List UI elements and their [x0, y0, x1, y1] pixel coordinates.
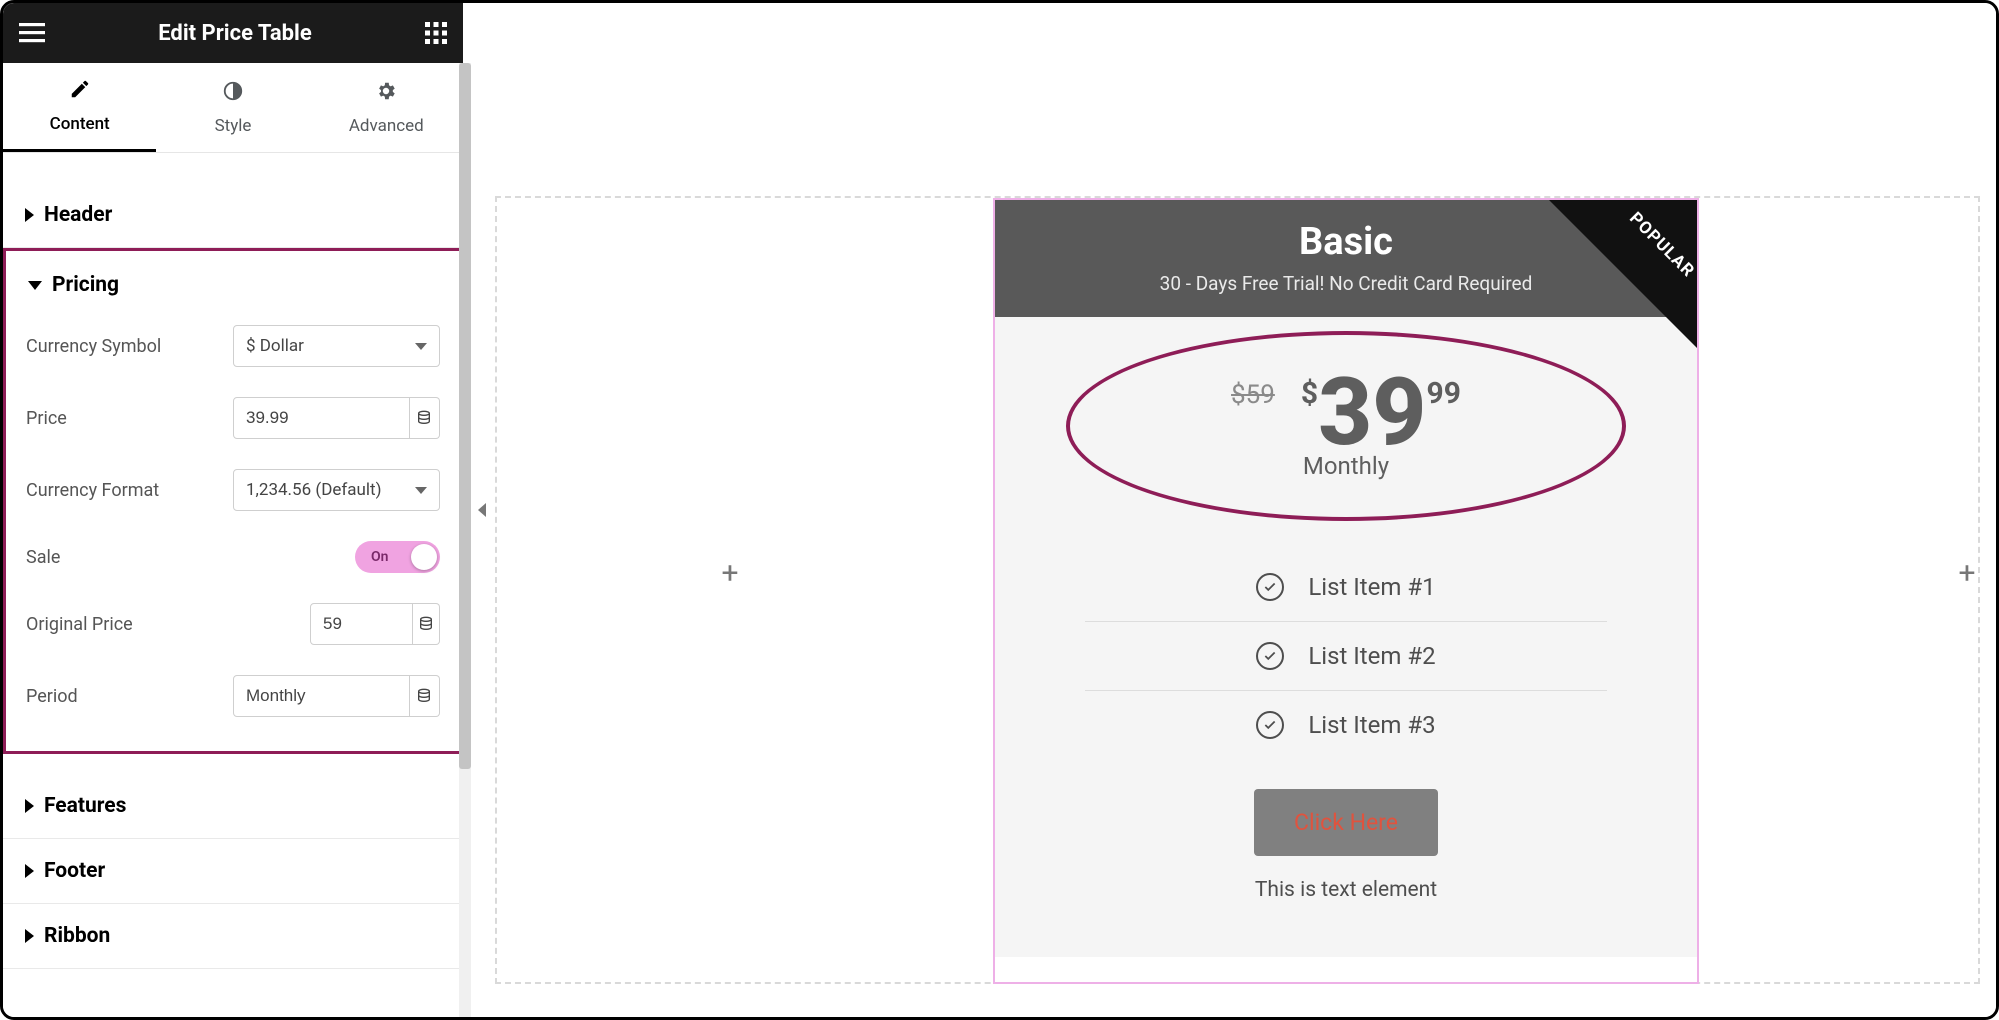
- section-ribbon-label: Ribbon: [44, 924, 110, 948]
- dynamic-tags-button[interactable]: [413, 603, 440, 645]
- footer-text: This is text element: [1035, 878, 1657, 902]
- section-header-label: Header: [44, 203, 112, 227]
- check-circle-icon: [1256, 642, 1284, 670]
- panel-tabs: Content Style Advanced: [3, 63, 463, 153]
- row-currency-symbol: Currency Symbol $ Dollar: [26, 325, 440, 367]
- apps-icon[interactable]: [425, 22, 447, 44]
- row-sale: Sale On: [26, 541, 440, 573]
- pencil-icon: [69, 78, 91, 106]
- row-period: Period: [26, 675, 440, 717]
- price-integer: 39: [1318, 370, 1426, 455]
- section-footer-toggle[interactable]: Footer: [3, 839, 463, 903]
- tab-advanced-label: Advanced: [349, 116, 424, 136]
- price-label: Price: [26, 408, 233, 429]
- gear-icon: [375, 80, 397, 108]
- currency-symbol-select[interactable]: $ Dollar: [233, 325, 440, 367]
- add-column-right-button[interactable]: +: [1950, 556, 1984, 590]
- menu-icon[interactable]: [19, 23, 45, 43]
- section-ribbon: Ribbon: [3, 904, 463, 969]
- original-price-label: Original Price: [26, 614, 310, 635]
- chevron-down-icon: [415, 343, 427, 350]
- original-price-input[interactable]: [310, 603, 413, 645]
- toggle-knob: [411, 544, 437, 570]
- feature-text: List Item #1: [1308, 573, 1435, 601]
- panel-header: Edit Price Table: [3, 3, 463, 63]
- chevron-down-icon: [415, 487, 427, 494]
- currency-format-value: 1,234.56 (Default): [246, 480, 382, 500]
- cta-button[interactable]: Click Here: [1254, 789, 1438, 856]
- popular-ribbon: POPULAR: [1549, 200, 1697, 348]
- collapse-panel-button[interactable]: [469, 482, 495, 538]
- section-footer: Footer: [3, 839, 463, 904]
- section-pricing-label: Pricing: [52, 273, 119, 297]
- price-input[interactable]: [233, 397, 410, 439]
- section-footer-label: Footer: [44, 859, 105, 883]
- section-features-toggle[interactable]: Features: [3, 774, 463, 838]
- list-item: List Item #1: [1085, 553, 1607, 622]
- feature-list: List Item #1 List Item #2 List Item #3: [1035, 553, 1657, 759]
- sale-toggle[interactable]: On: [355, 541, 440, 573]
- tab-content[interactable]: Content: [3, 63, 156, 152]
- section-pricing: Pricing Currency Symbol $ Dollar: [3, 248, 463, 754]
- tab-style-label: Style: [215, 116, 252, 136]
- section-pricing-toggle[interactable]: Pricing: [26, 263, 440, 317]
- currency-symbol-value: $ Dollar: [246, 336, 304, 356]
- tab-style[interactable]: Style: [156, 63, 309, 152]
- price-card-body: $59 $ 39 99 Monthly List Item #: [995, 317, 1697, 957]
- panel-scrollbar[interactable]: [459, 63, 471, 1017]
- feature-text: List Item #3: [1308, 711, 1435, 739]
- sale-label: Sale: [26, 547, 355, 568]
- caret-right-icon: [25, 208, 34, 222]
- check-circle-icon: [1256, 711, 1284, 739]
- list-item: List Item #3: [1085, 691, 1607, 759]
- row-price: Price: [26, 397, 440, 439]
- caret-right-icon: [25, 929, 34, 943]
- tab-advanced[interactable]: Advanced: [310, 63, 463, 152]
- currency-symbol: $: [1301, 376, 1318, 411]
- tab-content-label: Content: [50, 114, 110, 134]
- price-card-header: Basic 30 - Days Free Trial! No Credit Ca…: [995, 200, 1697, 317]
- dynamic-tags-button[interactable]: [410, 675, 440, 717]
- price-table-widget[interactable]: Basic 30 - Days Free Trial! No Credit Ca…: [993, 198, 1699, 984]
- contrast-icon: [222, 80, 244, 108]
- panel-title: Edit Price Table: [158, 21, 311, 46]
- caret-right-icon: [25, 799, 34, 813]
- list-item: List Item #2: [1085, 622, 1607, 691]
- caret-right-icon: [25, 864, 34, 878]
- feature-text: List Item #2: [1308, 642, 1435, 670]
- section-ribbon-toggle[interactable]: Ribbon: [3, 904, 463, 968]
- add-column-left-button[interactable]: +: [713, 556, 747, 590]
- original-price-text: $59: [1231, 380, 1275, 410]
- editor-panel: Edit Price Table Content: [3, 3, 463, 1017]
- preview-canvas: + + Basic 30 - Days Free Trial! No Credi…: [495, 3, 1996, 1017]
- section-features: Features: [3, 774, 463, 839]
- dynamic-tags-button[interactable]: [410, 397, 440, 439]
- section-header-toggle[interactable]: Header: [3, 183, 463, 247]
- cta-label: Click Here: [1294, 809, 1398, 836]
- row-currency-format: Currency Format 1,234.56 (Default): [26, 469, 440, 511]
- currency-format-label: Currency Format: [26, 480, 233, 501]
- price-area: $59 $ 39 99 Monthly: [1035, 335, 1657, 515]
- currency-symbol-label: Currency Symbol: [26, 336, 233, 357]
- section-features-label: Features: [44, 794, 126, 818]
- caret-down-icon: [28, 281, 42, 290]
- row-original-price: Original Price: [26, 603, 440, 645]
- sale-toggle-text: On: [371, 549, 388, 565]
- period-label: Period: [26, 686, 233, 707]
- section-header: Header: [3, 183, 463, 248]
- ribbon-text: POPULAR: [1626, 208, 1697, 281]
- currency-format-select[interactable]: 1,234.56 (Default): [233, 469, 440, 511]
- price-fraction: 99: [1427, 376, 1461, 411]
- period-input[interactable]: [233, 675, 410, 717]
- check-circle-icon: [1256, 573, 1284, 601]
